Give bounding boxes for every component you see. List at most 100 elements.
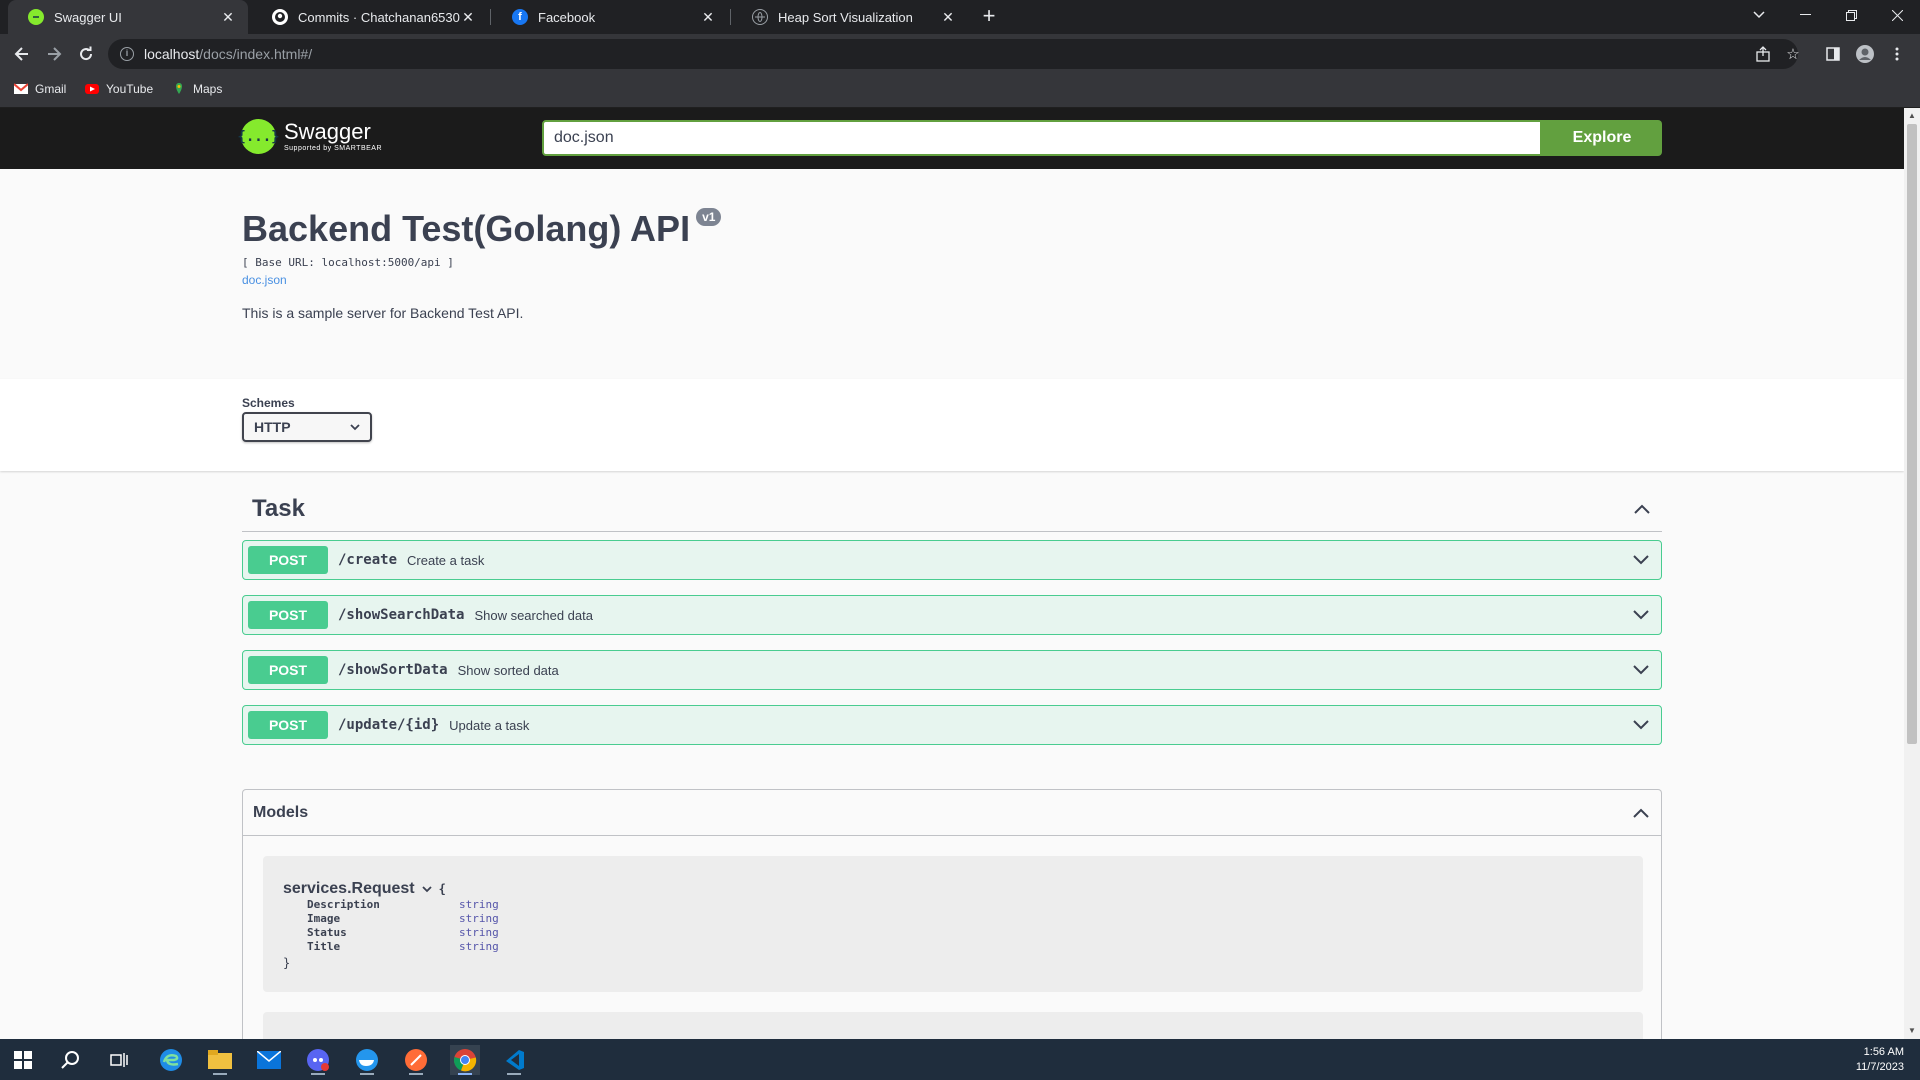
property-type: string xyxy=(459,898,499,911)
address-bar[interactable]: i localhost/docs/index.html#/ xyxy=(108,39,1798,69)
chevron-up-icon[interactable] xyxy=(1631,803,1651,823)
swagger-brand-name: Swagger xyxy=(284,119,371,144)
menu-kebab-icon[interactable] xyxy=(1886,43,1908,65)
swagger-logo[interactable]: {...} Swagger Supported by SMARTBEAR xyxy=(237,119,383,154)
chevron-down-icon[interactable] xyxy=(1631,605,1651,625)
scroll-down-icon[interactable]: ▼ xyxy=(1904,1023,1920,1039)
reload-icon[interactable] xyxy=(72,40,100,68)
forward-icon[interactable] xyxy=(40,40,68,68)
youtube-icon xyxy=(85,84,99,94)
chevron-down-icon xyxy=(350,423,360,430)
chevron-up-icon[interactable] xyxy=(1632,499,1652,519)
windows-taskbar: 1:56 AM 11/7/2023 xyxy=(0,1039,1920,1080)
tag-section-task[interactable]: Task xyxy=(242,486,1662,532)
site-info-icon[interactable]: i xyxy=(120,47,134,61)
swagger-logo-icon: {...} xyxy=(237,119,280,154)
close-icon[interactable]: ✕ xyxy=(940,9,956,26)
close-icon[interactable]: ✕ xyxy=(460,9,476,26)
operation-path: /update/{id} xyxy=(338,717,440,733)
operation-summary: Show sorted data xyxy=(457,662,559,678)
new-tab-button[interactable]: + xyxy=(976,4,1002,30)
close-window-icon[interactable] xyxy=(1874,0,1920,30)
model-property: Image string xyxy=(283,912,1623,926)
bookmark-youtube[interactable]: YouTube xyxy=(85,82,153,96)
operation-path: /showSortData xyxy=(338,662,448,678)
model-services-request: services.Request { Description string Im… xyxy=(263,856,1643,992)
operation-show-sort-data[interactable]: POST /showSortData Show sorted data xyxy=(242,650,1662,690)
operation-show-search-data[interactable]: POST /showSearchData Show searched data xyxy=(242,595,1662,635)
tab-facebook[interactable]: f Facebook ✕ xyxy=(492,0,728,34)
operation-create[interactable]: POST /create Create a task xyxy=(242,540,1662,580)
page-scrollbar[interactable]: ▲ ▼ xyxy=(1904,108,1920,1039)
spec-url-input[interactable]: doc.json xyxy=(542,120,1542,156)
tab-heap-sort[interactable]: Heap Sort Visualization ✕ xyxy=(732,0,968,34)
bookmark-label: Maps xyxy=(193,82,223,96)
chevron-down-icon[interactable] xyxy=(1631,660,1651,680)
model-open-brace: { xyxy=(438,882,446,896)
api-info: Backend Test(Golang) API v1 [ Base URL: … xyxy=(242,208,722,321)
explore-button[interactable]: Explore xyxy=(1542,120,1662,156)
mail-icon[interactable] xyxy=(254,1045,284,1075)
github-favicon-icon xyxy=(272,9,288,25)
task-view-icon[interactable] xyxy=(104,1045,134,1075)
model-property: Status string xyxy=(283,926,1623,940)
address-path: /docs/index.html#/ xyxy=(199,46,313,62)
maps-icon xyxy=(176,83,182,94)
restore-icon[interactable] xyxy=(1828,0,1874,30)
edge-icon[interactable] xyxy=(156,1045,186,1075)
system-clock[interactable]: 1:56 AM 11/7/2023 xyxy=(1856,1045,1904,1075)
chevron-down-icon[interactable] xyxy=(1631,550,1651,570)
docker-icon[interactable] xyxy=(352,1045,382,1075)
method-badge: POST xyxy=(248,656,328,684)
tab-swagger-ui[interactable]: Swagger UI ✕ xyxy=(8,0,248,34)
tab-title: Facebook xyxy=(538,9,596,25)
minimize-icon[interactable] xyxy=(1782,0,1828,30)
method-badge: POST xyxy=(248,601,328,629)
version-badge: v1 xyxy=(696,208,722,226)
models-header[interactable]: Models xyxy=(243,790,1661,836)
method-badge: POST xyxy=(248,546,328,574)
doc-json-link[interactable]: doc.json xyxy=(242,273,721,287)
swagger-page: {...} Swagger Supported by SMARTBEAR doc… xyxy=(0,108,1904,1039)
tab-search-icon[interactable] xyxy=(1736,0,1782,30)
property-type: string xyxy=(459,940,499,953)
windows-start-icon[interactable] xyxy=(8,1045,38,1075)
operation-update[interactable]: POST /update/{id} Update a task xyxy=(242,705,1662,745)
share-icon[interactable] xyxy=(1752,43,1774,65)
base-url: [ Base URL: localhost:5000/api ] xyxy=(242,256,454,269)
property-type: string xyxy=(459,912,499,925)
close-icon[interactable]: ✕ xyxy=(700,9,716,26)
search-icon[interactable] xyxy=(56,1045,86,1075)
property-name: Title xyxy=(307,940,341,953)
address-url: localhost/docs/index.html#/ xyxy=(144,46,312,62)
close-icon[interactable]: ✕ xyxy=(220,9,236,26)
swagger-brand-tagline: Supported by SMARTBEAR xyxy=(284,145,383,152)
side-panel-icon[interactable] xyxy=(1822,43,1844,65)
tab-title: Commits · Chatchanan65304012 xyxy=(298,9,460,25)
bookmark-maps[interactable]: Maps xyxy=(172,82,222,96)
method-badge: POST xyxy=(248,711,328,739)
chevron-down-icon[interactable] xyxy=(421,885,433,893)
schemes-select[interactable]: HTTP xyxy=(242,412,372,442)
vscode-icon[interactable] xyxy=(499,1045,529,1075)
facebook-favicon-icon: f xyxy=(512,9,528,25)
file-explorer-icon[interactable] xyxy=(205,1045,235,1075)
property-name: Image xyxy=(307,912,341,925)
model-next-collapsed[interactable] xyxy=(263,1012,1643,1039)
chrome-icon[interactable] xyxy=(450,1045,480,1075)
profile-avatar-icon[interactable] xyxy=(1854,43,1876,65)
bookmark-star-icon[interactable]: ☆ xyxy=(1782,43,1804,65)
schemes-label: Schemes xyxy=(242,396,295,410)
chevron-down-icon[interactable] xyxy=(1631,715,1651,735)
scrollbar-thumb[interactable] xyxy=(1907,124,1917,744)
model-name-row[interactable]: services.Request { xyxy=(283,880,1623,898)
back-icon[interactable] xyxy=(8,40,36,68)
postman-icon[interactable] xyxy=(401,1045,431,1075)
schemes-section: Schemes HTTP xyxy=(0,379,1904,471)
discord-icon[interactable] xyxy=(303,1045,333,1075)
scroll-up-icon[interactable]: ▲ xyxy=(1904,108,1920,124)
property-type: string xyxy=(459,926,499,939)
tab-github-commits[interactable]: Commits · Chatchanan65304012 ✕ xyxy=(252,0,488,34)
bookmark-gmail[interactable]: Gmail xyxy=(14,82,66,96)
api-title: Backend Test(Golang) API xyxy=(242,208,691,249)
